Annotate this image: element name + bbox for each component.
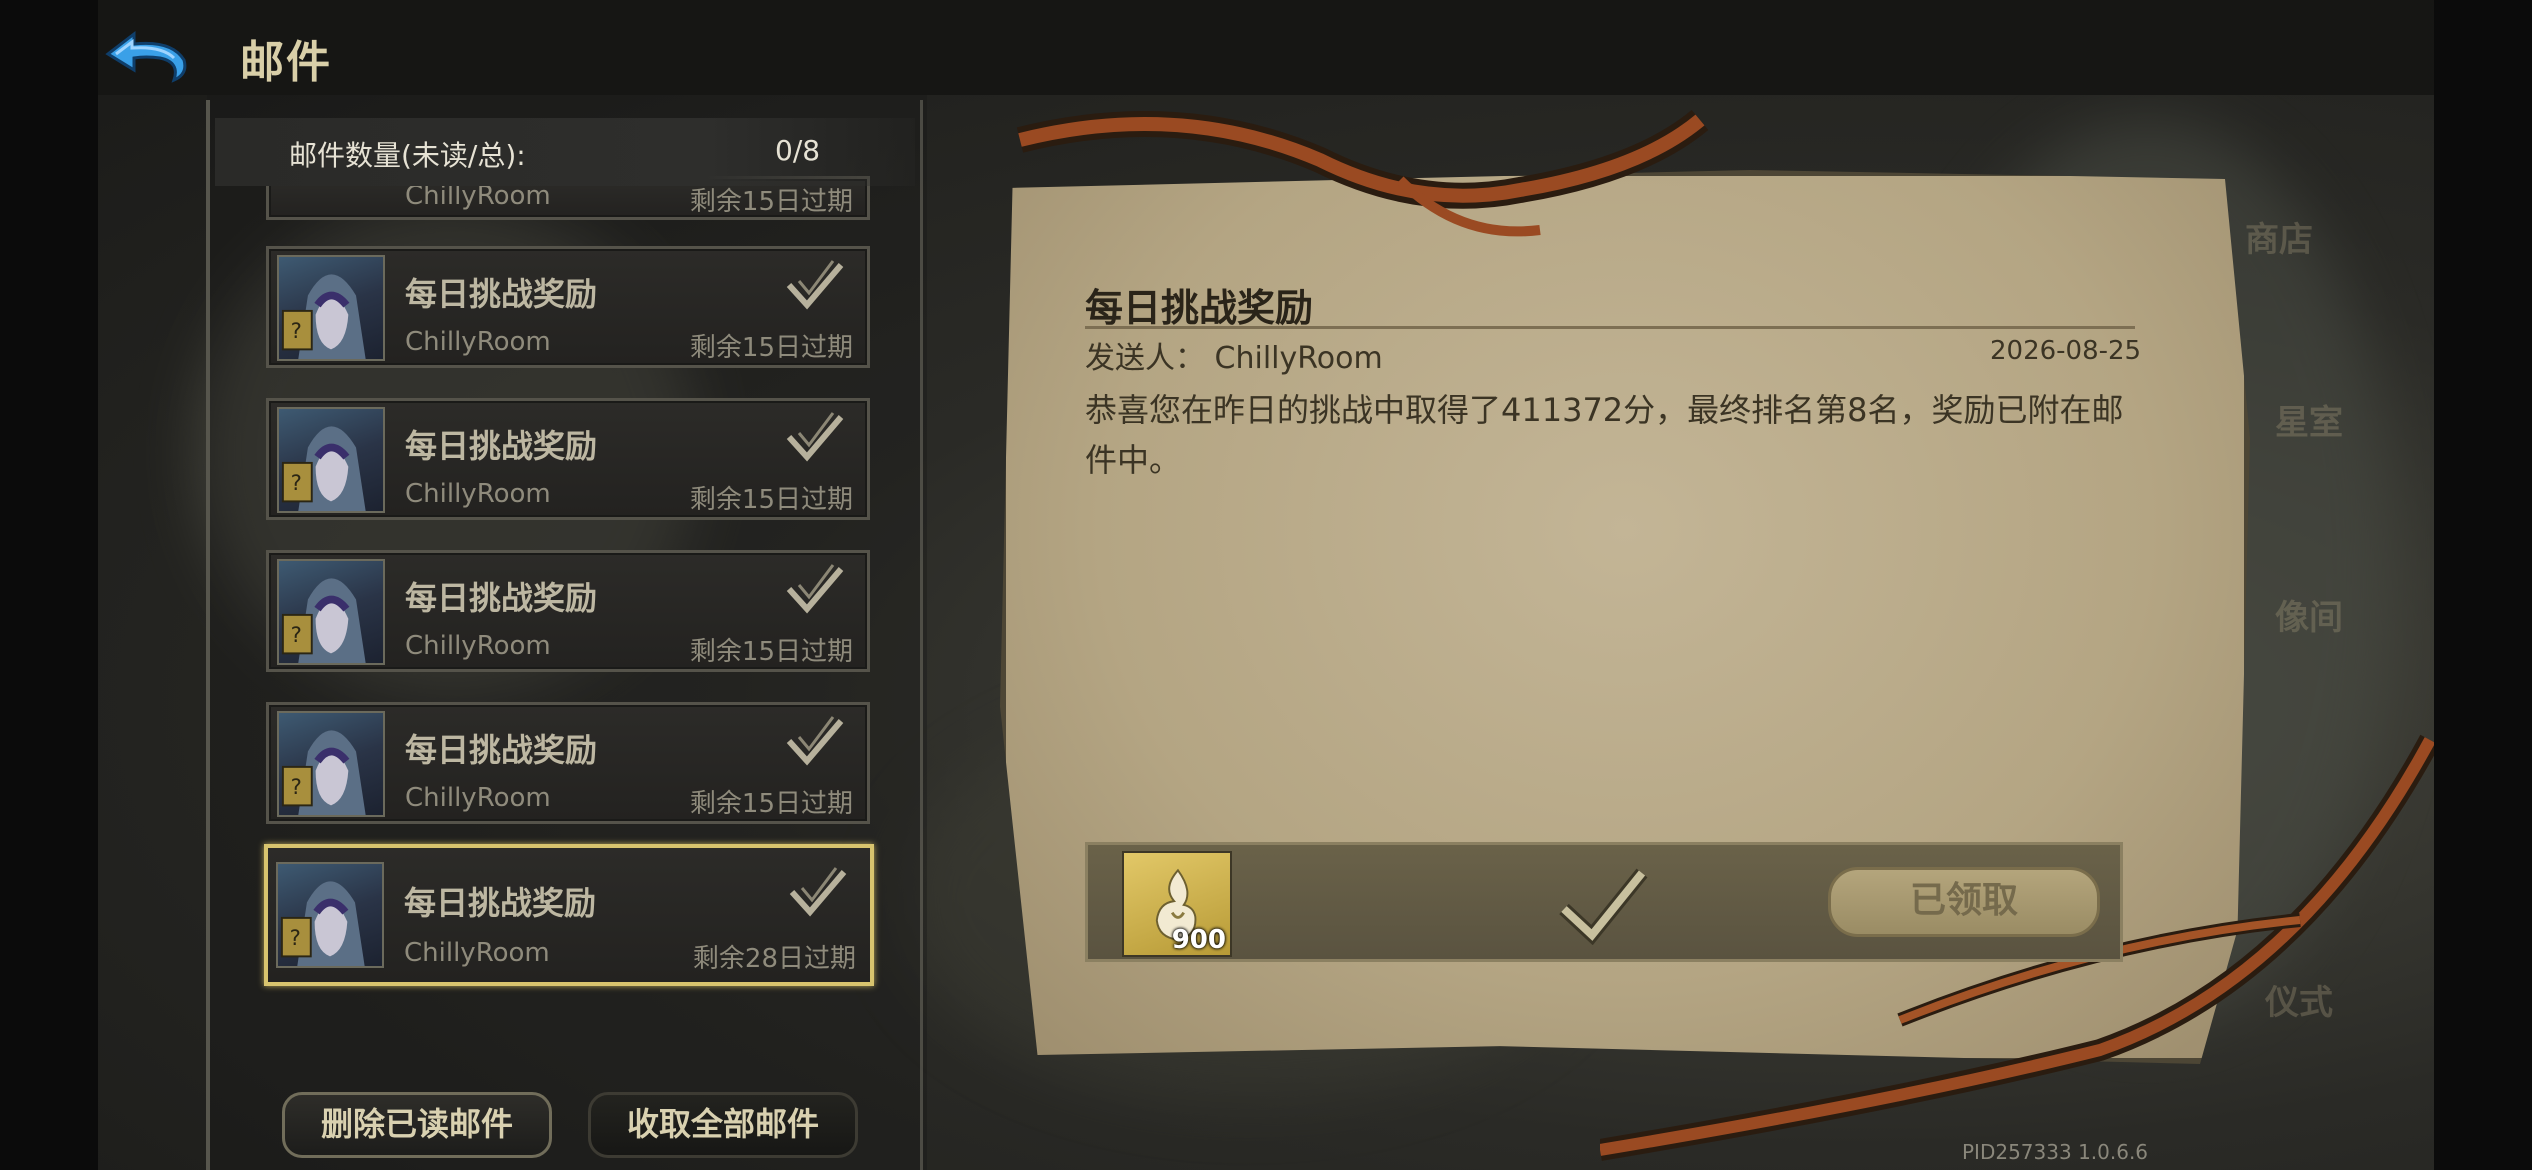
mail-title: 每日挑战奖励 — [405, 579, 598, 617]
ghost-nav-shop: 商店 — [2245, 220, 2313, 260]
claimed-check-icon — [1559, 868, 1648, 945]
mail-sender: ChillyRoom — [405, 783, 551, 813]
mail-title: 每日挑战奖励 — [405, 275, 598, 313]
ghost-nav-star: 星室 — [2275, 403, 2343, 443]
double-check-icon — [786, 564, 844, 614]
back-arrow-icon — [105, 30, 187, 83]
mail-sender: ChillyRoom — [404, 938, 550, 968]
detail-sender: 发送人： ChillyRoom — [1085, 341, 1383, 376]
mail-expire: 剩余15日过期 — [689, 637, 853, 667]
hooded-character-avatar-icon: ? — [277, 407, 385, 513]
reward-count: 900 — [1171, 925, 1226, 955]
hooded-character-avatar-icon: ? — [277, 255, 385, 361]
mail-expire: 剩余15日过期 — [689, 789, 853, 819]
double-check-icon — [786, 716, 844, 766]
mail-sender: ChillyRoom — [405, 327, 551, 357]
mail-sender: ChillyRoom — [405, 479, 551, 509]
root-vine-decoration-top — [1016, 109, 1709, 237]
svg-text:?: ? — [291, 318, 302, 343]
hooded-character-avatar-icon: ? — [276, 862, 384, 968]
svg-text:?: ? — [291, 470, 302, 495]
mail-item-selected[interactable]: ? 每日挑战奖励 ChillyRoom 剩余28日过期 — [264, 844, 874, 986]
mail-item[interactable]: ? 每日挑战奖励 ChillyRoom 剩余15日过期 — [266, 246, 870, 368]
mail-title: 每日挑战奖励 — [405, 427, 598, 465]
back-button[interactable] — [100, 28, 192, 84]
claimed-button[interactable]: 已领取 — [1828, 867, 2100, 937]
reward-bar: 900 已领取 — [1085, 842, 2123, 962]
svg-text:?: ? — [290, 925, 301, 950]
double-check-icon — [789, 867, 847, 917]
mail-count-bar: 邮件数量(未读/总): 0/8 — [215, 118, 915, 186]
mail-item[interactable]: ? 每日挑战奖励 ChillyRoom 剩余15日过期 — [266, 702, 870, 824]
mail-expire: 剩余15日过期 — [689, 333, 853, 363]
mail-expire: 剩余28日过期 — [692, 944, 856, 974]
detail-divider — [1085, 326, 2135, 329]
page-title: 邮件 — [240, 37, 332, 88]
mail-sender: ChillyRoom — [405, 631, 551, 661]
hooded-character-avatar-icon: ? — [277, 559, 385, 665]
panel-divider — [920, 100, 923, 1170]
reward-item[interactable]: 900 — [1122, 851, 1232, 957]
mail-expire: 剩余15日过期 — [689, 485, 853, 515]
mail-expire: 剩余15日过期 — [689, 187, 853, 217]
detail-title: 每日挑战奖励 — [1085, 286, 1314, 330]
delete-read-mail-button[interactable]: 删除已读邮件 — [282, 1092, 552, 1158]
mail-item[interactable]: ? 每日挑战奖励 ChillyRoom 剩余15日过期 — [266, 550, 870, 672]
collect-all-mail-button[interactable]: 收取全部邮件 — [588, 1092, 858, 1158]
hooded-character-avatar-icon: ? — [277, 711, 385, 817]
mail-item[interactable]: ? 每日挑战奖励 ChillyRoom 剩余15日过期 — [266, 398, 870, 520]
svg-text:?: ? — [291, 774, 302, 799]
mail-title: 每日挑战奖励 — [405, 731, 598, 769]
detail-date: 2026-08-25 — [1990, 336, 2142, 366]
detail-body: 恭喜您在昨日的挑战中取得了411372分，最终排名第8名，奖励已附在邮件中。 — [1085, 391, 2124, 479]
ghost-nav-gallery: 像间 — [2275, 598, 2343, 638]
mail-title: 每日挑战奖励 — [404, 884, 597, 922]
mail-list-scrollbar[interactable] — [206, 100, 210, 1170]
mail-count-label: 邮件数量(未读/总): — [289, 139, 526, 172]
mail-count-value: 0/8 — [775, 134, 821, 167]
version-label: PID257333 1.0.6.6 — [1962, 1140, 2149, 1164]
svg-text:?: ? — [291, 622, 302, 647]
top-bar — [98, 0, 2434, 95]
double-check-icon — [786, 412, 844, 462]
double-check-icon — [786, 260, 844, 310]
